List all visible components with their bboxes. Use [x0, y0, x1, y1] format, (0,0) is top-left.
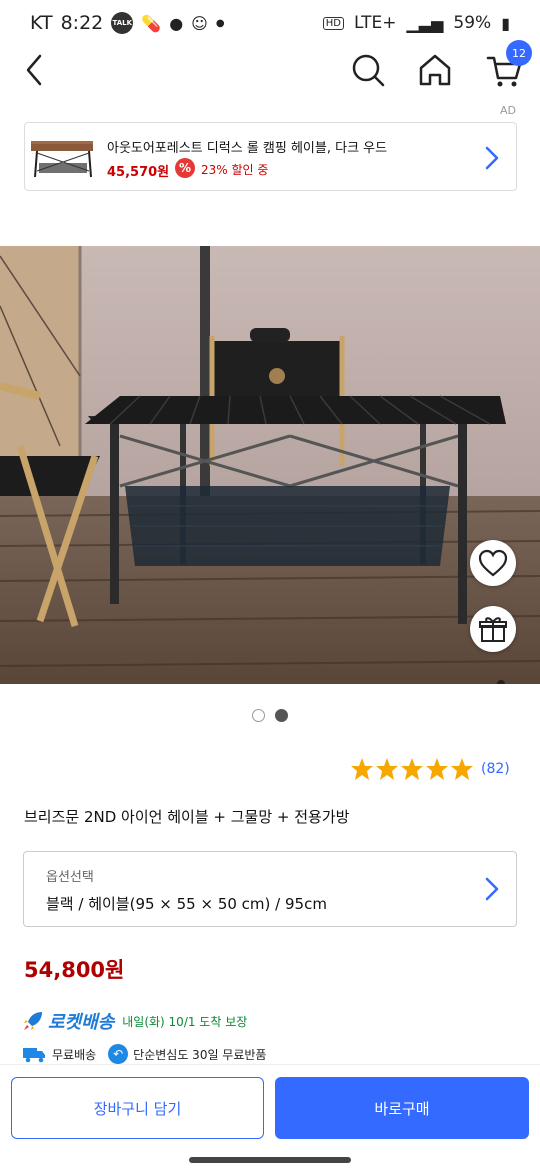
product-price: 54,800원 — [24, 958, 125, 982]
return-icon: ↶ — [108, 1044, 129, 1064]
free-shipping: 무료배송 — [52, 1047, 97, 1062]
signal-icon: ▁▃▅ — [406, 13, 444, 33]
ad-thumbnail — [31, 141, 93, 178]
pagination-dot-active[interactable] — [275, 709, 288, 722]
ad-price: 45,570원 — [107, 165, 170, 180]
add-to-cart-button[interactable]: 장바구니 담기 — [11, 1077, 264, 1139]
free-return: 단순변심도 30일 무료반품 — [133, 1047, 267, 1062]
dot-icon: ● — [215, 17, 225, 29]
star-icon — [376, 758, 398, 780]
gift-icon — [479, 617, 507, 642]
back-arrow-icon[interactable] — [20, 50, 56, 90]
rocket-delivery: 로켓배송 내일(화) 10/1 도착 보장 — [22, 1008, 247, 1034]
review-count[interactable]: (82) — [481, 761, 510, 777]
pagination-dot[interactable] — [252, 709, 265, 722]
home-icon[interactable] — [416, 50, 454, 90]
option-label: 옵션선택 — [46, 870, 94, 885]
search-icon[interactable] — [350, 50, 386, 90]
cart-count-badge: 12 — [506, 40, 532, 66]
star-icon — [451, 758, 473, 780]
chevron-right-icon — [485, 877, 499, 901]
ad-banner[interactable]: 아웃도어포레스트 디럭스 롤 캠핑 헤이블, 다크 우드 45,570원 % 2… — [24, 122, 517, 191]
pill-icon: 💊 — [141, 13, 162, 33]
discount-badge: % — [175, 158, 195, 178]
rocket-icon — [24, 1012, 42, 1030]
battery-label: 59% — [453, 13, 492, 33]
home-indicator[interactable] — [189, 1157, 351, 1163]
gift-button[interactable] — [470, 606, 516, 652]
top-nav — [0, 46, 540, 96]
wishlist-button[interactable] — [470, 540, 516, 586]
star-icon — [401, 758, 423, 780]
ad-label: AD — [500, 104, 516, 117]
status-bar: KT 8:22 TALK 💊 ● ☺ ● HD LTE+ ▁▃▅ 59% ▮ — [0, 0, 540, 46]
ad-discount-text: 23% 할인 중 — [201, 163, 269, 177]
notification-icon: ● — [169, 13, 184, 33]
star-icon — [351, 758, 373, 780]
delivery-eta: 내일(화) 10/1 도착 보장 — [122, 1014, 248, 1029]
shipping-benefits: 무료배송 ↶ 단순변심도 30일 무료반품 — [22, 1044, 266, 1064]
option-value: 블랙 / 헤이블(95 × 55 × 50 cm) / 95cm — [46, 895, 327, 913]
carrier-label: KT — [30, 12, 53, 34]
network-label: LTE+ — [353, 13, 397, 33]
product-rating[interactable]: (82) — [350, 757, 510, 781]
star-icon — [426, 758, 448, 780]
product-image[interactable] — [0, 246, 540, 684]
rocket-label: 로켓배송 — [48, 1012, 115, 1033]
battery-icon: ▮ — [501, 13, 510, 33]
product-title: 브리즈문 2ND 아이언 헤이블 + 그물망 + 전용가방 — [24, 808, 350, 826]
smile-icon: ☺ — [191, 13, 208, 33]
ad-title: 아웃도어포레스트 디럭스 롤 캠핑 헤이블, 다크 우드 — [107, 141, 388, 156]
kakaotalk-icon: TALK — [111, 12, 134, 34]
option-selector[interactable]: 옵션선택 블랙 / 헤이블(95 × 55 × 50 cm) / 95cm — [23, 851, 517, 927]
heart-icon — [478, 549, 508, 577]
truck-icon — [23, 1048, 45, 1063]
share-icon — [497, 680, 505, 684]
hd-icon: HD — [322, 16, 344, 30]
chevron-right-icon — [485, 146, 499, 170]
clock: 8:22 — [60, 12, 104, 34]
image-pagination — [252, 709, 288, 722]
buy-now-button[interactable]: 바로구매 — [275, 1077, 529, 1139]
bottom-action-bar: 장바구니 담기 바로구매 — [0, 1064, 540, 1170]
product-photo — [0, 246, 540, 684]
